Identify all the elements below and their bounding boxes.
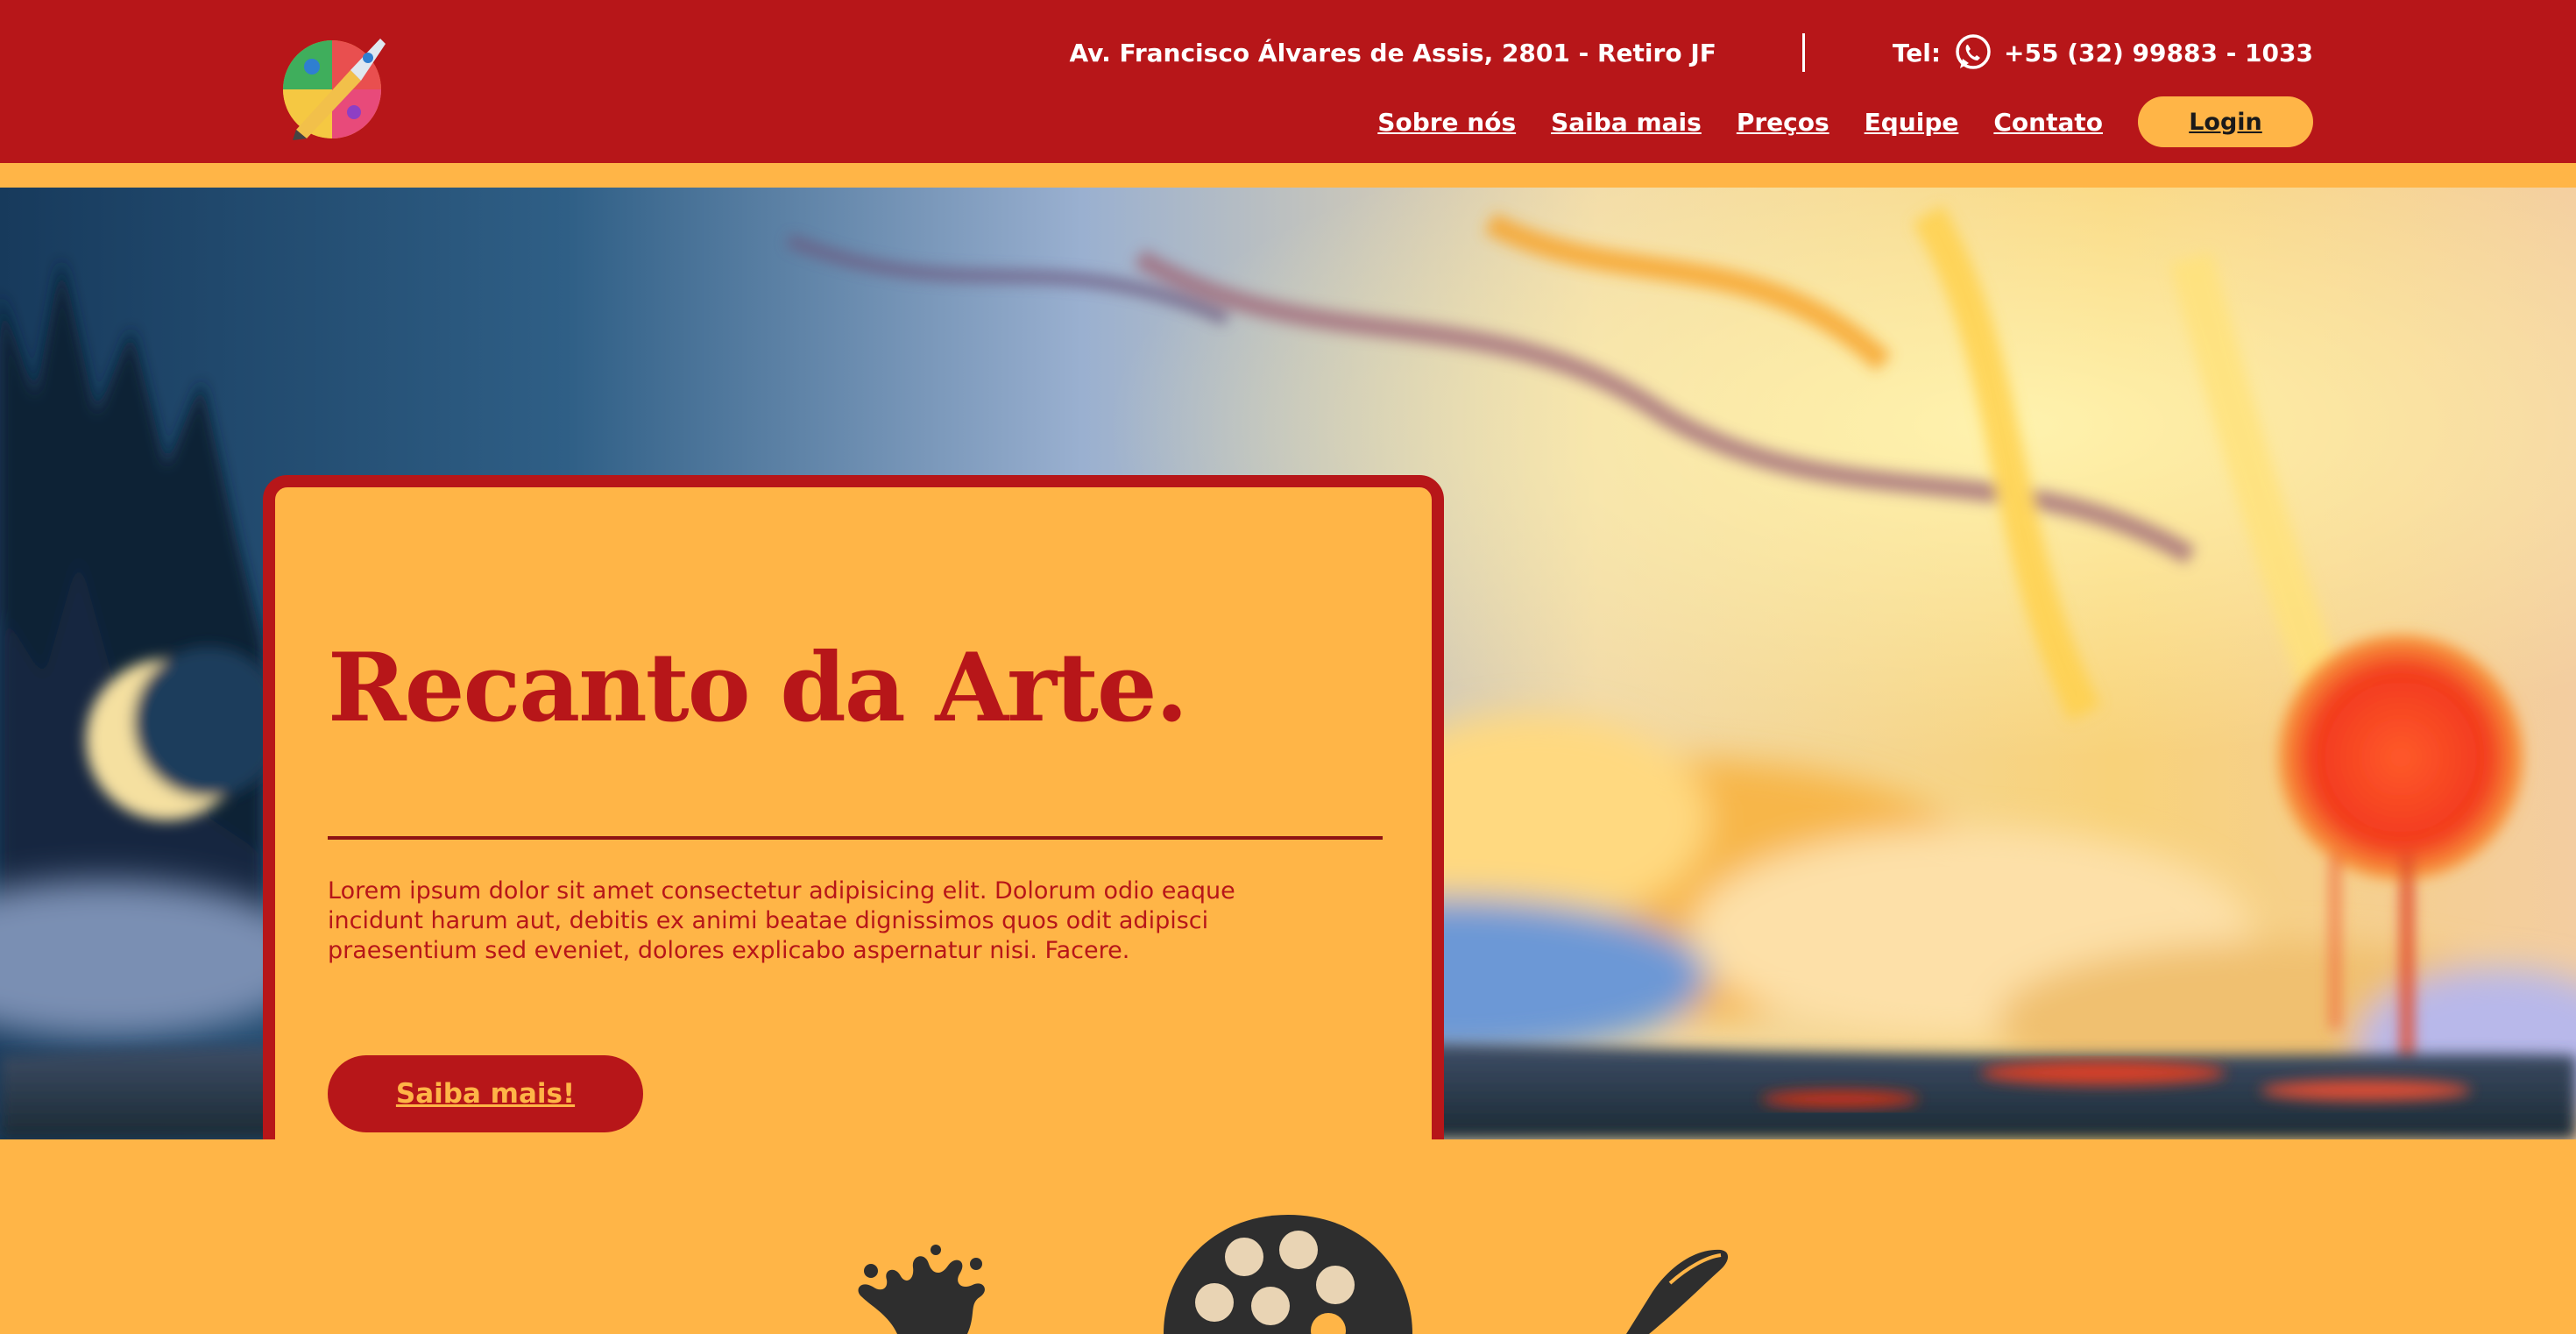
nav-item-precos[interactable]: Preços [1737,108,1829,137]
hero-description: Lorem ipsum dolor sit amet consectetur a… [328,877,1235,964]
nav-item-equipe[interactable]: Equipe [1865,108,1959,137]
palette-icon [1164,1215,1412,1334]
hero-card: Recanto da Arte. Lorem ipsum dolor sit a… [263,475,1444,1139]
features-section [0,1139,2576,1334]
hero-title: Recanto da Arte. [328,633,1188,743]
address-text: Av. Francisco Álvares de Assis, 2801 - R… [1069,38,1716,67]
whatsapp-icon[interactable] [1953,32,1993,73]
nav-item-contato[interactable]: Contato [1993,108,2103,137]
nav-item-sobre-nos[interactable]: Sobre nós [1377,108,1516,137]
hero-section: Recanto da Arte. Lorem ipsum dolor sit a… [0,188,2576,1139]
tel-label: Tel: [1892,38,1942,67]
hero-divider [328,836,1383,840]
contact-divider [1801,33,1805,72]
saiba-mais-button[interactable]: Saiba mais! [328,1055,643,1132]
fountain-pen-icon [1626,1249,1729,1334]
ink-splash-icon [858,1245,985,1334]
palette-pen-logo[interactable] [277,32,387,142]
nav-item-saiba-mais[interactable]: Saiba mais [1551,108,1702,137]
login-button[interactable]: Login [2138,96,2313,147]
main-nav: Sobre nós Saiba mais Preços Equipe Conta… [1377,96,2313,147]
phone-number[interactable]: +55 (32) 99883 - 1033 [2004,39,2313,67]
contact-info: Av. Francisco Álvares de Assis, 2801 - R… [1069,32,2313,74]
site-header: Av. Francisco Álvares de Assis, 2801 - R… [0,0,2576,175]
